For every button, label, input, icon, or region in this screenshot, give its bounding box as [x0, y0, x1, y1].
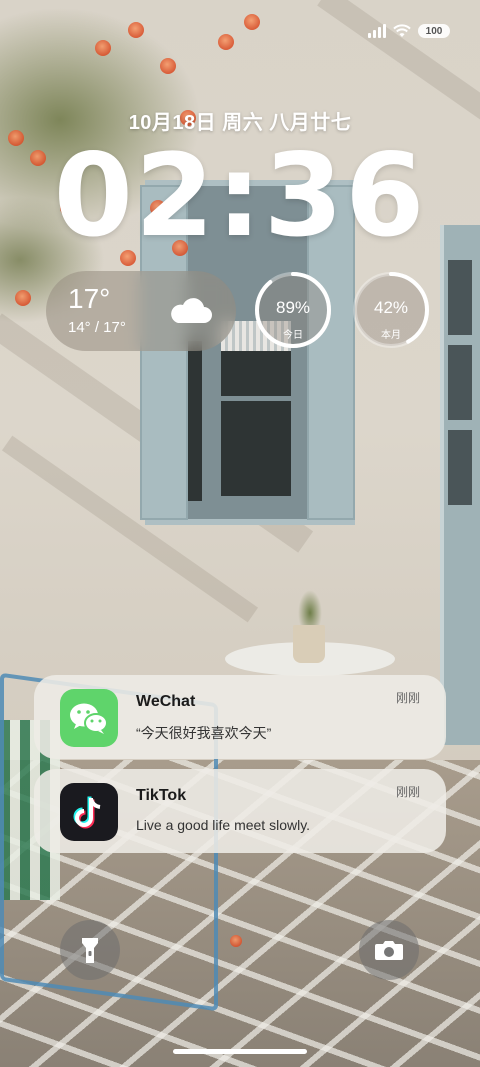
ring-widget-month[interactable]: 42% 本月: [351, 270, 431, 350]
status-bar: 100: [368, 24, 450, 38]
notification-time: 刚刚: [395, 691, 420, 705]
notification-tiktok[interactable]: TikTok Live a good life meet slowly. 刚刚: [34, 769, 446, 853]
battery-icon: 100: [418, 24, 450, 38]
camera-icon: [375, 941, 403, 960]
lock-clock[interactable]: 02:36: [0, 136, 480, 256]
temperature-range: 14° / 17°: [68, 319, 126, 336]
notification-title: WeChat: [136, 693, 196, 710]
ring-value: 42%: [373, 298, 409, 317]
wechat-icon: [60, 689, 118, 747]
ring-widget-today[interactable]: 89% 今日: [253, 270, 333, 350]
cloud-icon: [171, 298, 212, 323]
flashlight-icon: [82, 938, 98, 963]
wifi-icon: [393, 24, 411, 37]
notification-body: “今天很好我喜欢今天”: [136, 725, 272, 741]
notification-time: 刚刚: [395, 785, 420, 799]
home-indicator[interactable]: [173, 1049, 307, 1054]
notification-body: Live a good life meet slowly.: [136, 817, 311, 833]
camera-button[interactable]: [359, 920, 419, 980]
notification-title: TikTok: [136, 787, 187, 804]
battery-level: 100: [425, 25, 443, 37]
ring-label: 今日: [283, 330, 303, 341]
ring-value: 89%: [275, 298, 311, 317]
weather-widget[interactable]: 17° 14° / 17°: [46, 271, 236, 351]
flashlight-button[interactable]: [60, 920, 120, 980]
cellular-signal-icon: [368, 24, 386, 38]
ring-label: 本月: [381, 330, 401, 341]
notification-wechat[interactable]: WeChat “今天很好我喜欢今天” 刚刚: [34, 675, 446, 759]
current-temperature: 17°: [68, 283, 111, 314]
tiktok-icon: [60, 783, 118, 841]
